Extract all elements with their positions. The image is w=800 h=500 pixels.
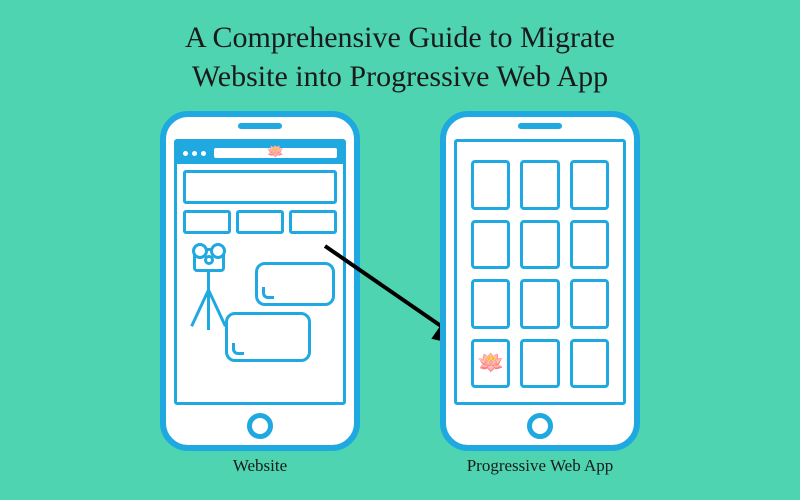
address-bar: 🪷: [214, 148, 337, 158]
app-grid: 🪷: [471, 160, 609, 388]
app-icon-pwa: 🪷: [471, 339, 510, 389]
caption-pwa: Progressive Web App: [440, 456, 640, 476]
app-icon: [471, 279, 510, 329]
column-block: [236, 210, 284, 234]
hero-block: [183, 170, 337, 204]
app-icon: [471, 160, 510, 210]
phone-website: 🪷: [160, 111, 360, 451]
media-area: [183, 242, 337, 382]
app-icon: [570, 339, 609, 389]
app-icon: [520, 160, 559, 210]
app-icon: [520, 279, 559, 329]
home-button-icon: [247, 413, 273, 439]
window-dot: [201, 151, 206, 156]
app-icon: [520, 220, 559, 270]
column-block: [183, 210, 231, 234]
home-button-icon: [527, 413, 553, 439]
lotus-icon: 🪷: [477, 350, 504, 376]
content-card: [255, 262, 335, 306]
caption-website: Website: [160, 456, 360, 476]
phone-speaker: [238, 123, 282, 129]
window-dot: [183, 151, 188, 156]
lotus-icon: 🪷: [267, 146, 284, 160]
column-row: [183, 210, 337, 234]
app-icon: [520, 339, 559, 389]
phone-speaker: [518, 123, 562, 129]
window-dot: [192, 151, 197, 156]
diagram-stage: 🪷: [0, 106, 800, 486]
title-line-1: A Comprehensive Guide to Migrate: [185, 21, 615, 54]
phone-screen-website: 🪷: [174, 139, 346, 405]
app-icon: [570, 279, 609, 329]
content-card: [225, 312, 311, 362]
website-content: [177, 164, 343, 388]
app-icon: [471, 220, 510, 270]
phone-pwa: 🪷: [440, 111, 640, 451]
phone-screen-pwa: 🪷: [454, 139, 626, 405]
app-icon: [570, 220, 609, 270]
title-line-2: Website into Progressive Web App: [192, 60, 608, 93]
column-block: [289, 210, 337, 234]
page-title: A Comprehensive Guide to Migrate Website…: [0, 0, 800, 96]
browser-toolbar: 🪷: [177, 142, 343, 164]
app-icon: [570, 160, 609, 210]
